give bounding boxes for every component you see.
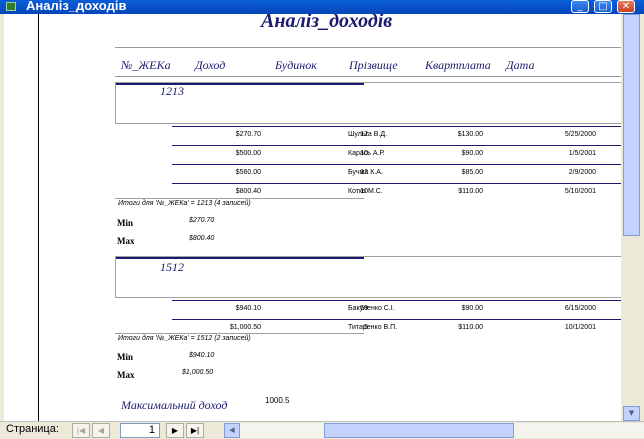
header-data: Дата [506,58,535,72]
group-summary: Итоги для '№_ЖЕКа' = 1213 (4 записей) [118,200,251,207]
report-left-margin [0,14,39,421]
header-rule [115,76,621,77]
title-rule [115,47,621,48]
cell-data: 5/25/2000 [564,131,596,138]
group-rule [116,257,364,259]
max-dohid-label: Максимальний доход [121,398,228,412]
cell-kvartplata: $90.00 [461,150,483,157]
first-page-button[interactable]: |◀ [72,423,90,438]
horizontal-scroll-thumb[interactable] [324,423,514,438]
cell-data: 5/10/2001 [564,188,596,195]
window-title-bar[interactable]: Аналіз_доходів _ □ ✕ [0,0,644,14]
cell-dohid: $560.00 [235,169,261,176]
scroll-left-arrow[interactable]: ◀ [224,423,240,438]
last-page-button[interactable]: ▶| [186,423,204,438]
record-navigation-bar: Страница: |◀ ◀ 1 ▶ ▶| ◀ [0,421,644,439]
group-header-1213 [115,82,621,124]
header-kvartplata: Квартплата [425,58,491,72]
minimize-button[interactable]: _ [571,0,589,13]
vertical-scroll-thumb[interactable] [623,14,640,236]
cell-kvartplata: $85.00 [461,169,483,176]
min-label: Min [117,352,134,362]
header-budynok: Будинок [275,58,317,72]
max-label: Max [117,236,135,246]
group-header-1512 [115,256,621,298]
close-button[interactable]: ✕ [617,0,635,13]
cell-kvartplata: $130.00 [457,131,483,138]
summary-rule [115,333,364,334]
window-title: Аналіз_доходів [26,0,127,13]
header-zheka: №_ЖЕКа [121,58,171,72]
cell-kvartplata: $110.00 [458,324,483,331]
cell-prizvyshche: Карась А.Р. [348,150,385,157]
cell-prizvyshche: Титаренко В.П. [348,324,398,331]
next-page-button[interactable]: ▶ [166,423,184,438]
cell-prizvyshche: Котко М.С. [348,188,383,195]
cell-kvartplata: $90.00 [461,305,483,312]
horizontal-scrollbar[interactable]: ◀ [224,423,644,438]
table-row: $500.00 10 Карась А.Р. $90.00 1/5/2001 [172,145,621,164]
scroll-down-arrow[interactable]: ▼ [623,406,640,421]
group-summary: Итоги для '№_ЖЕКа' = 1512 (2 записей) [118,335,251,342]
max-dohid-value: 1000.5 [265,396,290,405]
cell-dohid: $800.40 [235,188,261,195]
page-number-input[interactable]: 1 [120,423,160,438]
cell-dohid: $500.00 [235,150,261,157]
table-row: $560.00 12 Бучма К.А. $85.00 2/9/2000 [172,164,621,183]
group-id: 1213 [160,84,184,98]
cell-prizvyshche: Бакуленко С.І. [348,305,395,312]
min-value: $940.10 [189,352,215,359]
header-dohid: Доход [195,58,226,72]
summary-rule [115,198,364,199]
table-row: $270.70 12 Шульга В.Д. $130.00 5/25/2000 [172,126,621,145]
max-value: $800.40 [189,235,215,242]
cell-data: 2/9/2000 [568,169,596,176]
cell-dohid: $270.70 [235,131,261,138]
group-id: 1512 [160,260,184,274]
max-label: Max [117,370,135,380]
report-preview[interactable]: Аналіз_доходів №_ЖЕКа Доход Будинок Пріз… [39,14,621,421]
max-value: $1,000.50 [182,369,214,376]
frame-edge [0,14,4,421]
vertical-scrollbar[interactable]: ▼ [621,14,644,421]
report-title: Аналіз_доходів [261,14,393,32]
page-label: Страница: [6,423,59,435]
cell-dohid: $940.10 [235,305,261,312]
table-row: $940.10 59 Бакуленко С.І. $90.00 6/15/20… [172,300,621,319]
min-label: Min [117,218,134,228]
maximize-button[interactable]: □ [594,0,612,13]
cell-prizvyshche: Шульга В.Д. [348,131,388,138]
cell-data: 10/1/2001 [564,324,596,331]
cell-kvartplata: $110.00 [458,188,483,195]
min-value: $270.70 [189,217,215,224]
cell-dohid: $1,000.50 [229,324,261,331]
group-rule [116,83,364,85]
cell-data: 1/5/2001 [568,150,596,157]
cell-prizvyshche: Бучма К.А. [348,169,383,176]
cell-data: 6/15/2000 [564,305,596,312]
report-icon [6,2,16,11]
header-prizvyshche: Прізвище [349,58,398,72]
previous-page-button[interactable]: ◀ [92,423,110,438]
